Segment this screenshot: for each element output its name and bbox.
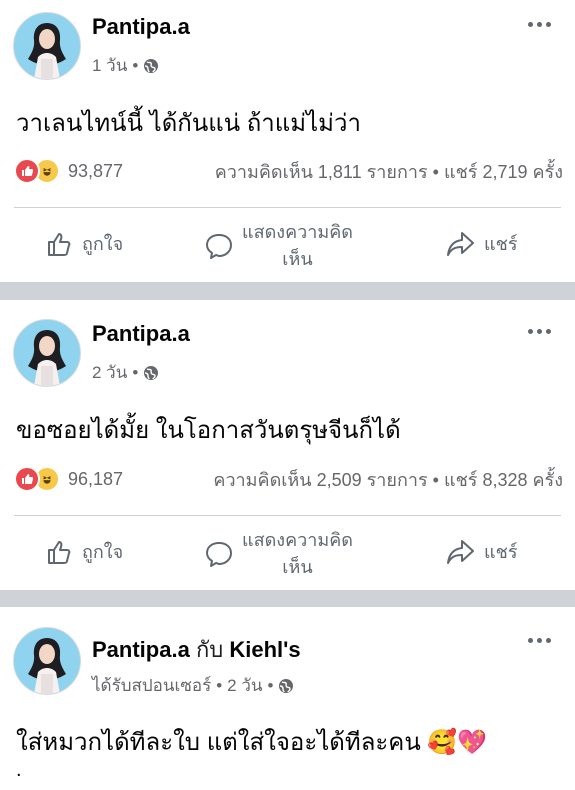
post-text: ใส่หมวกได้ทีละใบ แต่ใส่ใจอะได้ทีละคน 🥰💖: [16, 729, 488, 756]
share-count[interactable]: แชร์ 8,328 ครั้ง: [444, 470, 563, 490]
post-meta: 1 วัน •: [92, 52, 159, 79]
comment-label-line1: แสดงความคิด: [242, 222, 353, 242]
meta-separator: •: [216, 675, 223, 695]
share-arrow-icon: [447, 231, 474, 256]
reactions[interactable]: [14, 466, 60, 492]
globe-icon: [279, 678, 294, 693]
post-meta: ได้รับสปอนเซอร์ • 2 วัน •: [92, 672, 294, 699]
reaction-count[interactable]: 96,187: [68, 469, 123, 490]
comment-label-line1: แสดงความคิด: [242, 530, 353, 550]
share-arrow-icon: [447, 539, 474, 564]
post-text: วาเลนไทน์นี้ ได้กันแน่ ถ้าแม่ไม่ว่า: [16, 110, 361, 137]
like-button[interactable]: ถูกใจ: [46, 537, 123, 566]
thumbs-up-icon: [48, 232, 71, 256]
avatar[interactable]: [13, 12, 81, 80]
globe-icon: [144, 58, 159, 73]
sponsored-label: ได้รับสปอนเซอร์: [92, 676, 212, 695]
action-bar: ถูกใจ แสดงความคิด เห็น แชร์: [0, 522, 575, 582]
divider-line: [14, 207, 561, 208]
post-3: Pantipa.a กับ Kiehl's ได้รับสปอนเซอร์ • …: [0, 607, 575, 790]
post-2: Pantipa.a 2 วัน • ขอซอยได้มั้ย ในโอกาสวั…: [0, 300, 575, 590]
with-word: กับ: [195, 637, 224, 662]
reaction-count[interactable]: 93,877: [68, 161, 123, 182]
like-reaction-icon: [14, 466, 40, 492]
author-name[interactable]: Pantipa.a: [92, 14, 190, 40]
post-divider: [0, 590, 575, 607]
share-button[interactable]: แชร์: [446, 537, 518, 566]
reactions[interactable]: [14, 158, 60, 184]
comments-shares[interactable]: ความคิดเห็น 1,811 รายการ • แชร์ 2,719 คร…: [215, 157, 563, 186]
post-text: ขอซอยได้มั้ย ในโอกาสวันตรุษจีนก็ได้: [16, 417, 401, 444]
post-time[interactable]: 2 วัน: [92, 359, 127, 386]
comment-icon: [206, 542, 232, 567]
comment-label-line2: เห็น: [282, 249, 313, 269]
action-bar: ถูกใจ แสดงความคิด เห็น แชร์: [0, 214, 575, 274]
avatar[interactable]: [13, 627, 81, 695]
post-time[interactable]: 1 วัน: [92, 52, 127, 79]
share-label: แชร์: [484, 234, 518, 254]
more-options-icon[interactable]: [528, 22, 551, 27]
meta-separator: •: [132, 55, 139, 75]
divider-line: [14, 515, 561, 516]
comments-shares[interactable]: ความคิดเห็น 2,509 รายการ • แชร์ 8,328 คร…: [213, 465, 563, 494]
meta-separator: •: [132, 362, 139, 382]
share-button[interactable]: แชร์: [446, 229, 518, 258]
avatar[interactable]: [13, 319, 81, 387]
author-name[interactable]: Pantipa.a: [92, 321, 190, 347]
comment-icon: [206, 234, 232, 259]
post-meta: 2 วัน •: [92, 359, 159, 386]
post-time[interactable]: 2 วัน: [227, 672, 262, 699]
share-count[interactable]: แชร์ 2,719 ครั้ง: [444, 162, 563, 182]
post-text-continued: .: [16, 759, 22, 781]
author-line: Pantipa.a กับ Kiehl's: [92, 632, 301, 667]
author-name[interactable]: Pantipa.a: [92, 637, 190, 662]
thumbs-up-icon: [48, 540, 71, 564]
post-divider: [0, 282, 575, 300]
comment-count[interactable]: ความคิดเห็น 2,509 รายการ: [213, 470, 427, 490]
like-reaction-icon: [14, 158, 40, 184]
post-stats: 96,187 ความคิดเห็น 2,509 รายการ • แชร์ 8…: [14, 464, 563, 494]
like-label: ถูกใจ: [82, 542, 124, 562]
partner-name[interactable]: Kiehl's: [229, 637, 300, 662]
comment-count[interactable]: ความคิดเห็น 1,811 รายการ: [215, 162, 428, 182]
stats-separator: •: [432, 469, 439, 490]
meta-separator: •: [267, 675, 274, 695]
post-stats: 93,877 ความคิดเห็น 1,811 รายการ • แชร์ 2…: [14, 156, 563, 186]
like-label: ถูกใจ: [82, 234, 124, 254]
comment-button[interactable]: แสดงความคิด เห็น: [204, 219, 353, 273]
more-options-icon[interactable]: [528, 329, 551, 334]
comment-label-line2: เห็น: [282, 557, 313, 577]
post-1: Pantipa.a 1 วัน • วาเลนไทน์นี้ ได้กันแน่…: [0, 0, 575, 282]
more-options-icon[interactable]: [528, 638, 551, 643]
stats-separator: •: [432, 161, 439, 182]
comment-button[interactable]: แสดงความคิด เห็น: [204, 527, 353, 581]
like-button[interactable]: ถูกใจ: [46, 229, 123, 258]
share-label: แชร์: [484, 542, 518, 562]
globe-icon: [144, 365, 159, 380]
